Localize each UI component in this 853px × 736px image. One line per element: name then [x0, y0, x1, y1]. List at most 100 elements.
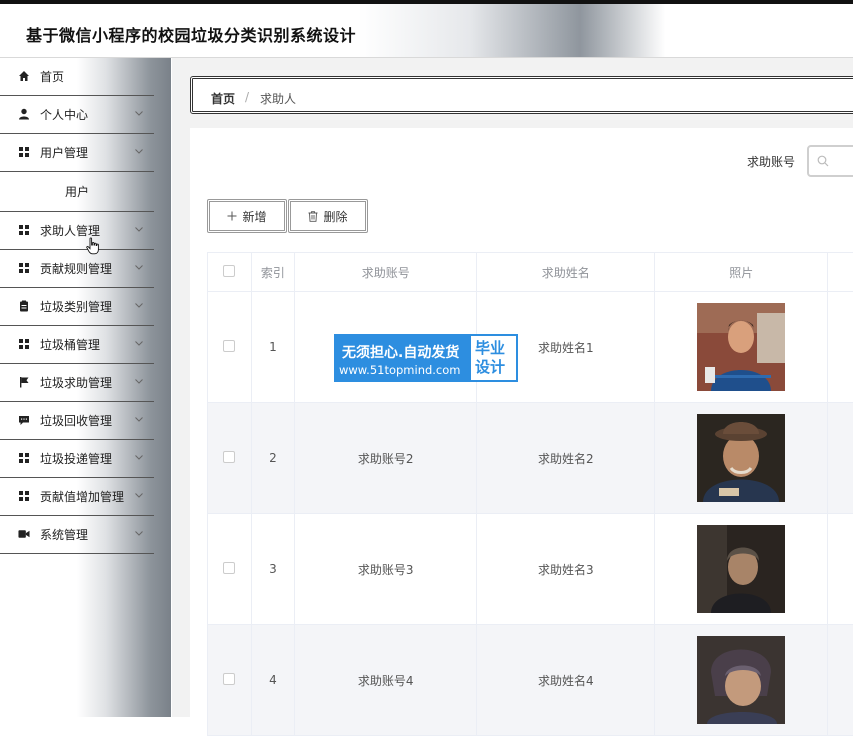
- search-input[interactable]: [809, 147, 853, 175]
- plus-icon: [227, 211, 237, 221]
- cell-photo: [655, 403, 828, 514]
- cell-photo: [655, 625, 828, 736]
- breadcrumb-current: 求助人: [260, 90, 296, 107]
- flag-icon: [18, 376, 30, 388]
- breadcrumb: 首页 / 求助人: [190, 76, 853, 114]
- row-select[interactable]: [208, 625, 252, 736]
- cell-name: 求助姓名2: [477, 403, 655, 514]
- watermark-right-text: 毕业设计: [475, 339, 515, 377]
- grid-icon: [18, 146, 30, 158]
- watermark-left-block: 无须担心.自动发货 www.51topmind.com: [336, 336, 471, 380]
- table-header-row: 索引 求助账号 求助姓名 照片: [208, 253, 853, 292]
- avatar-photo: [697, 303, 785, 391]
- sidebar-item-profile[interactable]: 个人中心: [0, 96, 154, 134]
- sidebar-item-helpseeker-management[interactable]: 求助人管理: [0, 212, 154, 250]
- cell-name: 求助姓名3: [477, 514, 655, 625]
- main-content: 首页 / 求助人 求助账号 新增 删除: [172, 58, 853, 717]
- header-overflow: [828, 253, 853, 292]
- sidebar-item-contribution-rules[interactable]: 贡献规则管理: [0, 250, 154, 288]
- settings-icon: [18, 528, 30, 540]
- chevron-down-icon: [134, 376, 144, 386]
- sidebar-item-label: 贡献规则管理: [40, 262, 112, 276]
- data-table: 索引 求助账号 求助姓名 照片 1 求助姓名1: [207, 252, 853, 736]
- delete-button[interactable]: 删除: [288, 199, 368, 233]
- sidebar-item-home[interactable]: 首页: [0, 58, 154, 96]
- chevron-down-icon: [134, 414, 144, 424]
- header-select-all[interactable]: [208, 253, 252, 292]
- cell-index: 1: [251, 292, 295, 403]
- sidebar-item-label: 垃圾类别管理: [40, 300, 112, 314]
- grid-icon: [18, 338, 30, 350]
- table-row: 3 求助账号3 求助姓名3: [208, 514, 853, 625]
- sidebar-item-label: 个人中心: [40, 108, 88, 122]
- search-field[interactable]: [807, 145, 853, 177]
- cell-index: 4: [251, 625, 295, 736]
- cell-overflow: [828, 514, 853, 625]
- cell-name: 求助姓名4: [477, 625, 655, 736]
- sidebar-item-contribution-increase[interactable]: 贡献值增加管理: [0, 478, 154, 516]
- grid-icon: [18, 262, 30, 274]
- table-row: 4 求助账号4 求助姓名4: [208, 625, 853, 736]
- sidebar-item-label: 用户管理: [40, 146, 88, 160]
- cell-overflow: [828, 292, 853, 403]
- cell-account: 求助账号2: [295, 403, 477, 514]
- header-account: 求助账号: [295, 253, 477, 292]
- sidebar: 首页 个人中心 用户管理 用户 求助人管理 贡献规则管理: [0, 58, 171, 717]
- sidebar-item-garbage-delivery[interactable]: 垃圾投递管理: [0, 440, 154, 478]
- add-button[interactable]: 新增: [207, 199, 287, 233]
- watermark-line1: 无须担心.自动发货: [342, 342, 459, 362]
- chevron-down-icon: [134, 490, 144, 500]
- cell-photo: [655, 514, 828, 625]
- chat-icon: [18, 414, 30, 426]
- avatar-photo: [697, 636, 785, 724]
- sidebar-item-garbage-recycle[interactable]: 垃圾回收管理: [0, 402, 154, 440]
- sidebar-item-label: 贡献值增加管理: [40, 490, 124, 504]
- row-select[interactable]: [208, 403, 252, 514]
- breadcrumb-home[interactable]: 首页: [211, 90, 235, 107]
- row-checkbox[interactable]: [223, 673, 235, 685]
- sidebar-item-garbage-help[interactable]: 垃圾求助管理: [0, 364, 154, 402]
- grid-icon: [18, 224, 30, 236]
- row-checkbox[interactable]: [223, 562, 235, 574]
- add-button-label: 新增: [242, 208, 266, 225]
- sidebar-menu: 首页 个人中心 用户管理 用户 求助人管理 贡献规则管理: [0, 58, 154, 554]
- select-all-checkbox[interactable]: [223, 265, 235, 277]
- chevron-down-icon: [134, 338, 144, 348]
- clipboard-icon: [18, 300, 30, 312]
- watermark-badge: 无须担心.自动发货 www.51topmind.com 毕业设计: [334, 334, 518, 382]
- sidebar-item-user-management[interactable]: 用户管理: [0, 134, 154, 172]
- chevron-down-icon: [134, 528, 144, 538]
- watermark-line2: www.51topmind.com: [339, 363, 461, 377]
- row-checkbox[interactable]: [223, 340, 235, 352]
- sidebar-item-trash-bin[interactable]: 垃圾桶管理: [0, 326, 154, 364]
- sidebar-item-system[interactable]: 系统管理: [0, 516, 154, 554]
- sidebar-item-garbage-category[interactable]: 垃圾类别管理: [0, 288, 154, 326]
- row-checkbox[interactable]: [223, 451, 235, 463]
- sidebar-item-label: 用户: [0, 185, 154, 199]
- avatar-photo: [697, 414, 785, 502]
- cell-overflow: [828, 403, 853, 514]
- row-select[interactable]: [208, 514, 252, 625]
- app-header: 基于微信小程序的校园垃圾分类识别系统设计: [0, 4, 853, 58]
- search-label: 求助账号: [747, 153, 795, 170]
- sidebar-item-label: 垃圾投递管理: [40, 452, 112, 466]
- sidebar-item-label: 系统管理: [40, 528, 88, 542]
- cell-overflow: [828, 625, 853, 736]
- chevron-down-icon: [134, 300, 144, 310]
- chevron-down-icon: [134, 262, 144, 272]
- search-icon: [817, 155, 829, 167]
- sidebar-item-label: 垃圾桶管理: [40, 338, 100, 352]
- sidebar-item-label: 首页: [40, 70, 64, 84]
- chevron-down-icon: [134, 146, 144, 156]
- sidebar-item-label: 垃圾求助管理: [40, 376, 112, 390]
- cell-index: 2: [251, 403, 295, 514]
- chevron-down-icon: [134, 452, 144, 462]
- chevron-down-icon: [134, 108, 144, 118]
- hand-cursor-icon: [86, 237, 100, 255]
- row-select[interactable]: [208, 292, 252, 403]
- grid-icon: [18, 452, 30, 464]
- sidebar-subitem-user[interactable]: 用户: [0, 172, 154, 212]
- trash-icon: [308, 211, 318, 222]
- cell-account: 求助账号3: [295, 514, 477, 625]
- home-icon: [18, 70, 30, 82]
